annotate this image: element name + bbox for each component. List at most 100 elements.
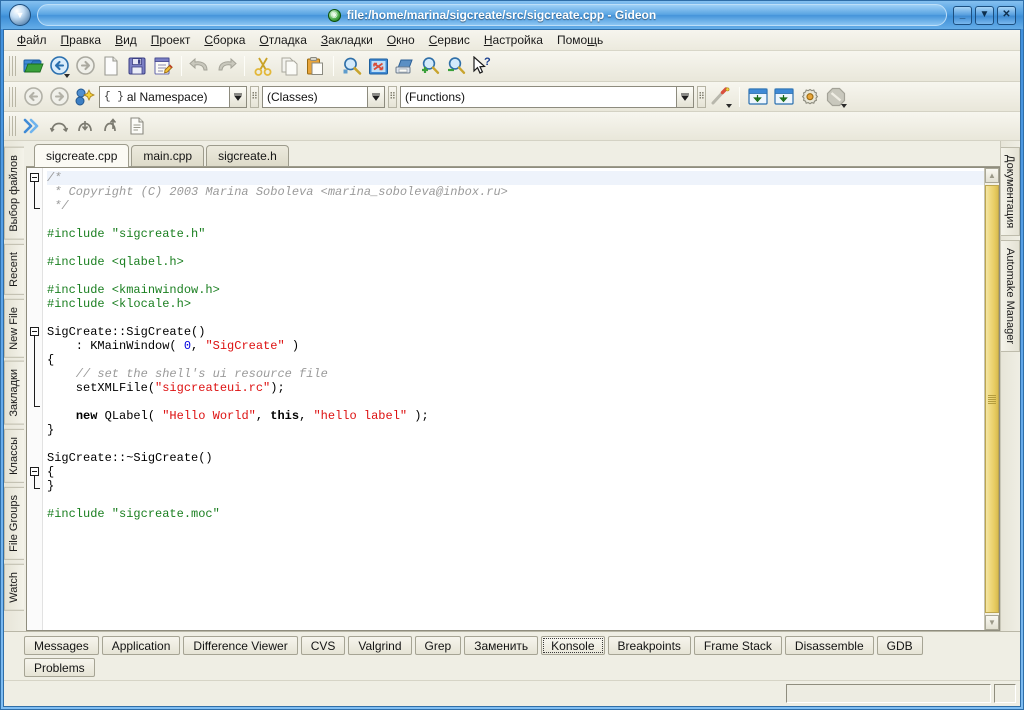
code-token: "hello label": [313, 409, 407, 423]
sidebar-item-file-selector[interactable]: Выбор файлов: [4, 147, 24, 240]
open-folder-icon[interactable]: [20, 54, 46, 79]
classes-combo[interactable]: (Classes): [262, 86, 385, 108]
wand-dropdown-caret[interactable]: [726, 104, 732, 108]
menu-settings[interactable]: Настройка: [477, 31, 550, 49]
namespace-combo[interactable]: { } al Namespace): [99, 86, 247, 108]
scroll-track[interactable]: [985, 183, 999, 615]
sidebar-item-automake-manager[interactable]: Automake Manager: [1001, 240, 1020, 352]
tab-sigcreate-cpp[interactable]: sigcreate.cpp: [34, 144, 129, 167]
window-import-icon[interactable]: [745, 84, 771, 109]
menu-tools[interactable]: Сервис: [422, 31, 477, 49]
folding-margin[interactable]: [27, 168, 43, 630]
bottom-tab-problems[interactable]: Problems: [24, 658, 95, 677]
sidebar-item-file-groups[interactable]: File Groups: [4, 487, 24, 560]
tab-sigcreate-h[interactable]: sigcreate.h: [206, 145, 289, 166]
replace-icon[interactable]: [365, 54, 391, 79]
namespace-combo-arrow[interactable]: [229, 87, 246, 107]
scroll-up-button[interactable]: ▲: [985, 168, 999, 183]
sidebar-item-watch[interactable]: Watch: [4, 564, 24, 611]
bottom-tab-breakpoints[interactable]: Breakpoints: [608, 636, 691, 655]
back-dropdown-caret[interactable]: [64, 74, 70, 78]
menu-item-label: Отладка: [259, 33, 306, 47]
code-token: */: [47, 199, 69, 213]
bottom-tab-заменить[interactable]: Заменить: [464, 636, 538, 655]
bottom-tab-disassemble[interactable]: Disassemble: [785, 636, 874, 655]
bottom-tab-frame-stack[interactable]: Frame Stack: [694, 636, 782, 655]
menu-bookmarks[interactable]: Закладки: [314, 31, 380, 49]
new-file-icon[interactable]: [98, 54, 124, 79]
sidebar-item-recent[interactable]: Recent: [4, 244, 24, 295]
sidebar-item-documentation[interactable]: Документация: [1001, 147, 1020, 236]
bottom-tab-difference-viewer[interactable]: Difference Viewer: [183, 636, 297, 655]
functions-combo-handle[interactable]: ⠿: [697, 86, 706, 108]
find-icon[interactable]: [339, 54, 365, 79]
step-out-icon[interactable]: [98, 114, 124, 139]
bottom-tab-valgrind[interactable]: Valgrind: [348, 636, 411, 655]
back-icon[interactable]: [46, 54, 72, 79]
menu-window[interactable]: Окно: [380, 31, 422, 49]
menu-project[interactable]: Проект: [144, 31, 198, 49]
code-line: [47, 213, 984, 227]
menu-file[interactable]: Файл: [10, 31, 54, 49]
code-line: new QLabel( "Hello World", this, "hello …: [47, 409, 984, 423]
gear-icon[interactable]: [797, 84, 823, 109]
code-token: #include <klocale.h>: [47, 297, 191, 311]
namespace-combo-handle[interactable]: ⠿: [250, 86, 259, 108]
classes-combo-value: (Classes): [263, 90, 367, 104]
zoom-in-icon[interactable]: [417, 54, 443, 79]
scroll-down-button[interactable]: ▼: [985, 615, 999, 630]
editor-vertical-scrollbar[interactable]: ▲ ▼: [984, 168, 999, 630]
copy-icon: [276, 54, 302, 79]
step-over-icon[interactable]: [46, 114, 72, 139]
minimize-button[interactable]: _: [953, 6, 972, 25]
right-tool-dock: Документация Automake Manager: [1000, 141, 1020, 631]
classes-combo-handle[interactable]: ⠿: [388, 86, 397, 108]
code-token: #include "sigcreate.moc": [47, 507, 220, 521]
save-icon[interactable]: [124, 54, 150, 79]
bottom-tab-konsole[interactable]: Konsole: [541, 636, 604, 655]
functions-combo-arrow[interactable]: [676, 87, 693, 107]
menu-view[interactable]: Вид: [108, 31, 144, 49]
bottom-tab-label: Frame Stack: [704, 639, 772, 653]
functions-combo[interactable]: (Functions): [400, 86, 694, 108]
save-as-icon[interactable]: [150, 54, 176, 79]
run-icon[interactable]: [20, 114, 46, 139]
menu-help[interactable]: Помощь: [550, 31, 610, 49]
paste-icon[interactable]: [302, 54, 328, 79]
window-menu-button[interactable]: ▼: [9, 4, 31, 26]
bottom-tab-application[interactable]: Application: [102, 636, 181, 655]
close-button[interactable]: ✕: [997, 6, 1016, 25]
cut-icon[interactable]: [250, 54, 276, 79]
classes-combo-arrow[interactable]: [367, 87, 384, 107]
magic-wand-icon[interactable]: [708, 84, 734, 109]
menu-edit[interactable]: Правка: [54, 31, 109, 49]
menu-debug[interactable]: Отладка: [252, 31, 313, 49]
window-import-alt-icon[interactable]: [771, 84, 797, 109]
code-token: "Hello World": [162, 409, 256, 423]
bottom-tab-label: Application: [112, 639, 171, 653]
tab-main-cpp[interactable]: main.cpp: [131, 145, 204, 166]
bottom-tab-messages[interactable]: Messages: [24, 636, 99, 655]
bottom-tab-grep[interactable]: Grep: [415, 636, 462, 655]
zoom-out-icon[interactable]: [443, 54, 469, 79]
browse-toolbar-grip[interactable]: [9, 87, 16, 107]
debug-toolbar-grip[interactable]: [9, 116, 16, 136]
bottom-tab-gdb[interactable]: GDB: [877, 636, 923, 655]
stop-dropdown-caret[interactable]: [841, 104, 847, 108]
code-text[interactable]: /* * Copyright (C) 2003 Marina Soboleva …: [43, 168, 984, 630]
sidebar-item-new-file[interactable]: New File: [4, 299, 24, 358]
toolbar-grip[interactable]: [9, 56, 16, 76]
step-into-icon[interactable]: [72, 114, 98, 139]
menu-item-label: Проект: [151, 33, 191, 47]
sidebar-item-bookmarks[interactable]: Закладки: [4, 361, 24, 425]
menu-build[interactable]: Сборка: [197, 31, 252, 49]
view-source-icon[interactable]: [124, 114, 150, 139]
sidebar-item-classes[interactable]: Классы: [4, 429, 24, 483]
class-browser-icon[interactable]: [72, 84, 98, 109]
maximize-button[interactable]: ▼: [975, 6, 994, 25]
code-token: #include <qlabel.h>: [47, 255, 184, 269]
bottom-tab-cvs[interactable]: CVS: [301, 636, 346, 655]
print-icon[interactable]: [391, 54, 417, 79]
scroll-thumb[interactable]: [985, 185, 999, 613]
whats-this-icon[interactable]: ?: [469, 54, 495, 79]
